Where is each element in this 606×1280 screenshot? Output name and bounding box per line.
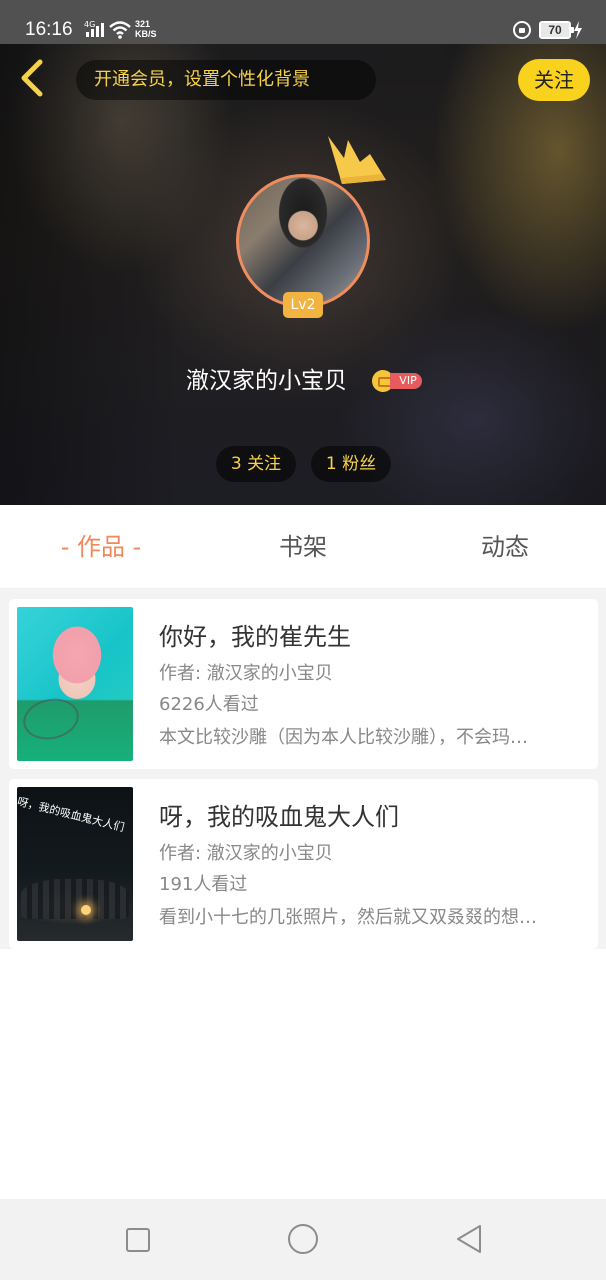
- book-description: 看到小十七的几张照片，然后就又双叒叕的想…: [159, 907, 537, 928]
- stamp-icon: [19, 693, 83, 745]
- level-badge: Lv2: [283, 292, 323, 318]
- chevron-left-icon: [21, 59, 43, 97]
- follow-button[interactable]: 关注: [518, 59, 590, 101]
- status-bar: 16:16 4G 321 KB/S 70: [0, 0, 606, 44]
- back-triangle-icon[interactable]: [455, 1224, 483, 1254]
- rotation-lock-icon: [513, 21, 531, 39]
- book-views: 6226人看过: [159, 694, 259, 715]
- tab-works[interactable]: - 作品 -: [46, 505, 156, 589]
- profile-tabs: - 作品 - 书架 动态: [0, 505, 606, 589]
- list-item[interactable]: 你好，我的崔先生 作者: 澈汉家的小宝贝 6226人看过 本文比较沙雕（因为本人…: [9, 599, 598, 769]
- cover-title-text: 呀，我的吸血鬼大人们: [17, 795, 126, 835]
- book-author: 作者: 澈汉家的小宝贝: [159, 843, 333, 864]
- username: 澈汉家的小宝贝: [186, 368, 347, 394]
- signal-icon: [86, 23, 104, 37]
- charging-icon: [574, 21, 582, 39]
- list-item[interactable]: 呀，我的吸血鬼大人们 呀，我的吸血鬼大人们 作者: 澈汉家的小宝贝 191人看过…: [9, 779, 598, 949]
- crown-icon: [328, 136, 386, 184]
- recents-square-icon[interactable]: [126, 1228, 150, 1252]
- book-title: 你好，我的崔先生: [159, 623, 351, 651]
- vip-label: VIP: [390, 373, 422, 389]
- fans-count-button[interactable]: 1 粉丝: [311, 446, 391, 482]
- book-title: 呀，我的吸血鬼大人们: [159, 803, 399, 831]
- following-count-button[interactable]: 3 关注: [216, 446, 296, 482]
- book-cover: [17, 607, 133, 761]
- vip-badge: VIP: [372, 370, 422, 392]
- net-speed: 321 KB/S: [135, 19, 157, 39]
- cover-campfire: [81, 905, 91, 915]
- vip-background-banner[interactable]: 开通会员，设置个性化背景: [76, 60, 376, 100]
- wifi-icon: [109, 21, 131, 39]
- book-author: 作者: 澈汉家的小宝贝: [159, 663, 333, 684]
- back-button[interactable]: [14, 58, 50, 98]
- system-nav-bar: [0, 1199, 606, 1280]
- book-description: 本文比较沙雕（因为本人比较沙雕），不会玛…: [159, 727, 528, 748]
- net-speed-value: 321: [135, 19, 151, 29]
- book-views: 191人看过: [159, 874, 248, 895]
- tab-bookshelf[interactable]: 书架: [253, 505, 353, 589]
- cover-crowd: [21, 879, 129, 919]
- status-time: 16:16: [25, 19, 73, 40]
- book-cover: 呀，我的吸血鬼大人们: [17, 787, 133, 941]
- tab-activity[interactable]: 动态: [455, 505, 555, 589]
- works-list: 你好，我的崔先生 作者: 澈汉家的小宝贝 6226人看过 本文比较沙雕（因为本人…: [0, 589, 606, 949]
- home-circle-icon[interactable]: [288, 1224, 318, 1254]
- battery-icon: 70: [539, 21, 574, 39]
- avatar[interactable]: [236, 174, 370, 308]
- net-speed-unit: KB/S: [135, 29, 157, 39]
